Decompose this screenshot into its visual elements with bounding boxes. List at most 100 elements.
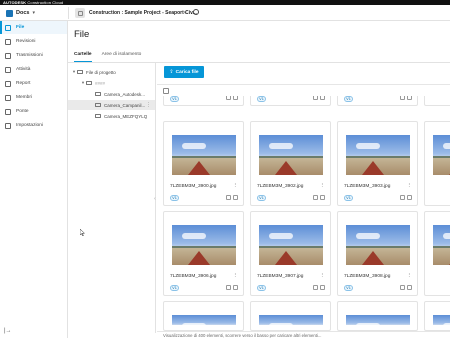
image-thumbnail[interactable] xyxy=(433,135,450,175)
sidebar-item-file[interactable]: File xyxy=(0,21,67,34)
issue-icon[interactable] xyxy=(233,96,238,100)
version-badge[interactable]: V1 xyxy=(257,285,266,291)
upload-icon: ⇪ xyxy=(169,69,174,75)
file-card[interactable] xyxy=(337,301,418,331)
version-badge[interactable]: V1 xyxy=(170,285,179,291)
version-badge[interactable]: V1 xyxy=(344,195,353,201)
card-actions xyxy=(226,96,238,100)
more-options-icon[interactable]: ⋮ xyxy=(320,183,326,189)
more-options-icon[interactable]: ⋮ xyxy=(407,273,413,279)
image-thumbnail[interactable] xyxy=(433,315,450,331)
issue-icon[interactable] xyxy=(407,285,412,290)
card-actions xyxy=(313,195,325,200)
markup-icon[interactable] xyxy=(226,96,231,100)
image-thumbnail[interactable] xyxy=(346,135,410,175)
file-card[interactable]: V1 xyxy=(250,96,331,106)
sidebar-item-report[interactable]: Report xyxy=(0,77,67,90)
project-settings-icon[interactable] xyxy=(193,9,199,15)
file-card[interactable]: 7LZEBM3M_3907.jpg ⋮ V1 xyxy=(250,211,331,296)
markup-icon[interactable] xyxy=(400,96,405,100)
file-name[interactable]: 7LZEBM3M_3906.jpg xyxy=(170,274,216,279)
file-card[interactable] xyxy=(424,96,450,106)
sidebar-item-impostazioni[interactable]: Impostazioni xyxy=(0,119,67,132)
markup-icon[interactable] xyxy=(313,195,318,200)
card-actions xyxy=(400,96,412,100)
file-card[interactable] xyxy=(424,301,450,331)
select-all-checkbox[interactable] xyxy=(163,88,169,94)
version-badge[interactable]: V1 xyxy=(257,195,266,201)
panel-resize-handle[interactable]: ‹ xyxy=(154,196,156,202)
more-options-icon[interactable]: ⋮ xyxy=(233,183,239,189)
tree-item-group[interactable]: ▾ #### xyxy=(68,78,155,88)
version-badge[interactable]: V1 xyxy=(257,96,266,102)
tree-item-camera-autodesk[interactable]: Camera_Autodesk... xyxy=(68,89,155,99)
card-actions xyxy=(313,96,325,100)
sidebar-item-attivita[interactable]: Attività xyxy=(0,63,67,76)
image-thumbnail[interactable] xyxy=(172,315,236,331)
image-thumbnail[interactable] xyxy=(259,315,323,331)
chevron-down-icon[interactable]: ▾ xyxy=(184,9,187,17)
image-thumbnail[interactable] xyxy=(259,225,323,265)
file-card[interactable]: 7LZEBM3M_3902.jpg ⋮ V1 xyxy=(250,121,331,206)
markup-icon[interactable] xyxy=(226,285,231,290)
version-badge[interactable]: V1 xyxy=(170,96,179,102)
file-card[interactable] xyxy=(424,211,450,296)
issue-icon[interactable] xyxy=(320,96,325,100)
file-card[interactable]: 7LZEBM3M_3906.jpg ⋮ V1 xyxy=(163,211,244,296)
sidebar-item-trasmissioni[interactable]: Trasmissioni xyxy=(0,49,67,62)
more-options-icon[interactable]: ⋮ xyxy=(320,273,326,279)
more-options-icon[interactable]: ⋮ xyxy=(146,102,151,108)
image-thumbnail[interactable] xyxy=(172,135,236,175)
version-badge[interactable]: V1 xyxy=(344,96,353,102)
image-thumbnail[interactable] xyxy=(259,135,323,175)
file-card[interactable]: 7LZEBM3M_3900.jpg ⋮ V1 xyxy=(163,121,244,206)
folder-icon xyxy=(95,91,101,97)
more-options-icon[interactable]: ⋮ xyxy=(407,183,413,189)
file-name[interactable]: 7LZEBM3M_3907.jpg xyxy=(257,274,303,279)
image-thumbnail[interactable] xyxy=(346,315,410,331)
file-card[interactable]: 7LZEBM3M_3903.jpg ⋮ V1 xyxy=(337,121,418,206)
issue-icon[interactable] xyxy=(407,195,412,200)
more-options-icon[interactable]: ⋮ xyxy=(233,273,239,279)
markup-icon[interactable] xyxy=(226,195,231,200)
image-thumbnail[interactable] xyxy=(346,225,410,265)
sidebar-item-membri[interactable]: Membri xyxy=(0,91,67,104)
version-badge[interactable]: V1 xyxy=(344,285,353,291)
file-card[interactable]: V1 xyxy=(163,96,244,106)
markup-icon[interactable] xyxy=(400,285,405,290)
sidebar-item-revisioni[interactable]: Revisioni xyxy=(0,35,67,48)
upload-files-button[interactable]: ⇪ Carica file xyxy=(164,66,204,78)
app-switcher[interactable]: Docs ▾ xyxy=(6,8,35,18)
image-thumbnail[interactable] xyxy=(433,225,450,265)
file-name[interactable]: 7LZEBM3M_3902.jpg xyxy=(257,184,303,189)
collapse-sidebar-icon[interactable]: |→ xyxy=(4,328,12,334)
sidebar-item-label: Ponte xyxy=(16,109,29,114)
file-name[interactable]: 7LZEBM3M_3900.jpg xyxy=(170,184,216,189)
image-thumbnail[interactable] xyxy=(172,225,236,265)
file-name[interactable]: 7LZEBM3M_3903.jpg xyxy=(344,184,390,189)
file-card[interactable] xyxy=(163,301,244,331)
tab-aree-isolamento[interactable]: Aree di isolamento xyxy=(102,50,142,62)
tree-item-root[interactable]: ▾ File di progetto xyxy=(68,67,155,77)
sidebar-item-ponte[interactable]: Ponte xyxy=(0,105,67,118)
issue-icon[interactable] xyxy=(407,96,412,100)
tab-cartelle[interactable]: Cartelle xyxy=(74,50,92,62)
tree-item-camera-mezfqylq[interactable]: Camera_MEZFQYLQ xyxy=(68,111,155,121)
markup-icon[interactable] xyxy=(313,96,318,100)
markup-icon[interactable] xyxy=(313,285,318,290)
file-card[interactable]: 7LZEBM3M_3908.jpg ⋮ V1 xyxy=(337,211,418,296)
tab-bar: Cartelle Aree di isolamento xyxy=(74,50,141,62)
issue-icon[interactable] xyxy=(233,195,238,200)
file-card[interactable]: V1 xyxy=(337,96,418,106)
tree-item-camera-campanile[interactable]: Camera_Campanil... ⋮ xyxy=(68,100,155,110)
issue-icon[interactable] xyxy=(320,285,325,290)
page-title: File xyxy=(74,29,90,40)
issue-icon[interactable] xyxy=(320,195,325,200)
issue-icon[interactable] xyxy=(233,285,238,290)
version-badge[interactable]: V1 xyxy=(170,195,179,201)
markup-icon[interactable] xyxy=(400,195,405,200)
file-card[interactable] xyxy=(424,121,450,206)
project-selector[interactable]: Construction : Sample Project - Seaport … xyxy=(89,9,197,17)
file-card[interactable] xyxy=(250,301,331,331)
file-name[interactable]: 7LZEBM3M_3908.jpg xyxy=(344,274,390,279)
